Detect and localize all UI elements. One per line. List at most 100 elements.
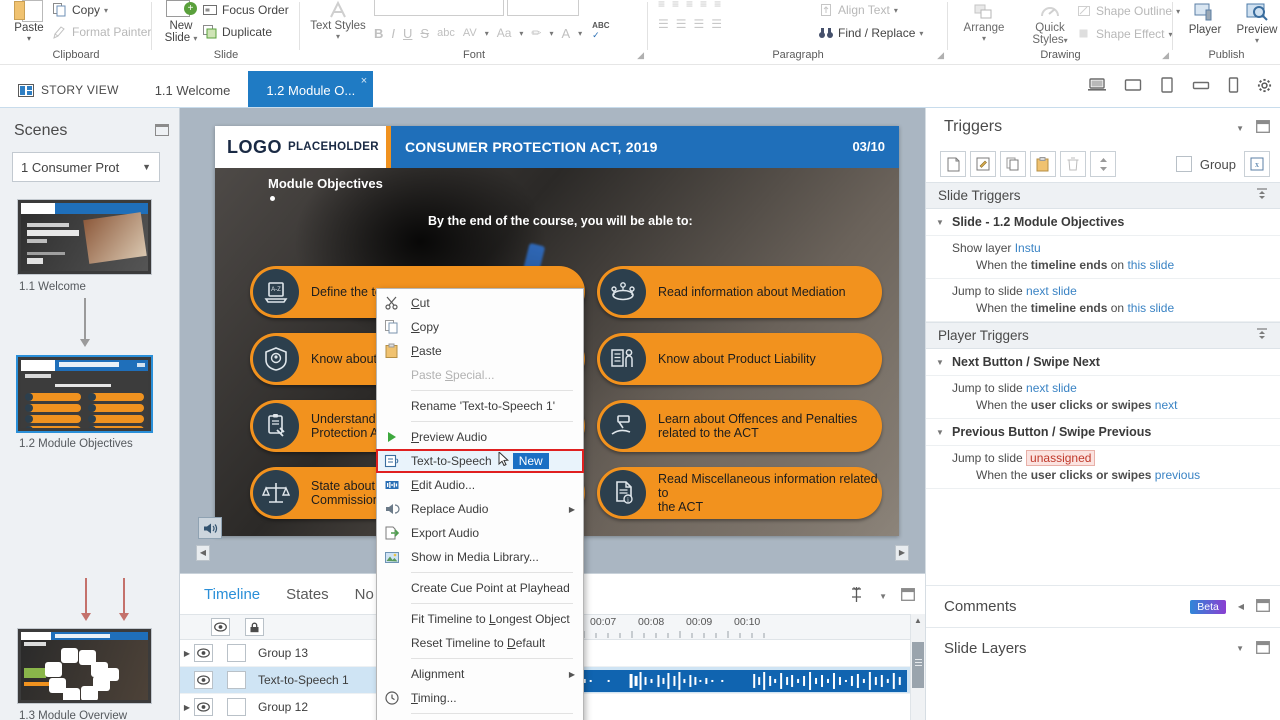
quick-styles-button[interactable]: Quick Styles▾ [1022,2,1078,46]
drawing-dialog-launcher[interactable]: ◢ [1162,50,1169,61]
row-visibility-icon[interactable] [194,644,213,662]
trigger-item[interactable]: Jump to slide next slide When the user c… [926,376,1280,419]
panel-collapse-icon[interactable] [1256,599,1270,615]
player-triggers-section-header[interactable]: Player Triggers [926,322,1280,349]
duplicate-button[interactable]: Duplicate [202,24,289,40]
gear-icon[interactable] [1257,78,1272,96]
chevron-down-icon[interactable]: ▾ [519,29,523,38]
align-center-button[interactable]: ☰ [676,17,687,31]
collapse-all-icon[interactable] [1256,328,1268,344]
chevron-down-icon[interactable]: ▾ [894,6,898,15]
context-menu-item-create-cue-point[interactable]: Create Cue Point at Playhead [377,576,583,600]
chevron-down-icon[interactable]: ▼ [936,218,952,227]
line-spacing-button[interactable]: ≡ [714,0,721,11]
context-menu[interactable]: Cut Copy Paste Paste Special... Rename '… [376,288,584,720]
scene-slide-1-1[interactable]: 1.1 Welcome [17,199,152,293]
align-left-button[interactable]: ☰ [658,17,669,31]
chevron-down-icon[interactable]: ▼ [1236,124,1244,133]
shape-outline-button[interactable]: Shape Outline ▾ [1076,3,1180,19]
trigger-target[interactable]: next slide [1026,381,1077,395]
text-styles-button[interactable]: Text Styles ▾ [308,0,368,41]
tab-timeline[interactable]: Timeline [204,586,260,603]
trigger-target[interactable]: next slide [1026,284,1077,298]
justify-button[interactable]: ☰ [711,17,722,31]
trigger-target-unassigned[interactable]: unassigned [1026,450,1095,466]
copy-trigger-icon[interactable] [1000,151,1026,177]
chevron-down-icon[interactable]: ▾ [1235,36,1279,45]
edit-trigger-icon[interactable] [970,151,996,177]
arrange-button[interactable]: Arrange ▾ [956,2,1012,46]
new-slide-button[interactable]: + New Slide ▾ [158,0,204,44]
lock-all-icon[interactable] [245,618,264,636]
row-lock-toggle[interactable] [227,671,246,689]
font-family-select[interactable] [374,0,504,16]
context-menu-item-text-to-speech[interactable]: Text-to-Speech New [377,449,583,473]
bold-button[interactable]: B [374,26,383,41]
highlight-button[interactable]: ✏ [531,26,541,40]
context-menu-item-replace-audio[interactable]: Replace Audio ▶ [377,497,583,521]
decrease-indent-button[interactable]: ≡ [686,0,693,11]
scene-select[interactable]: 1 Consumer Prot ▼ [12,152,160,182]
collapse-all-icon[interactable] [1256,188,1268,204]
objective-button-mediation[interactable]: Read information about Mediation [597,266,882,318]
comments-panel-header[interactable]: Comments Beta ◀ [926,585,1280,627]
paragraph-dialog-launcher[interactable]: ◢ [937,50,944,61]
trigger-target[interactable]: Instu [1015,241,1041,255]
chevron-down-icon[interactable]: ▼ [936,428,952,437]
trigger-item[interactable]: Show layer Instu When the timeline ends … [926,236,1280,279]
context-menu-item-reset-timeline[interactable]: Reset Timeline to Default [377,631,583,655]
copy-button[interactable]: Copy ▾ [52,2,151,18]
chevron-down-icon[interactable]: ▼ [936,358,952,367]
trigger-group-next-button[interactable]: ▼ Next Button / Swipe Next [926,349,1280,376]
scene-slide-1-2[interactable]: 1.2 Module Objectives [17,356,152,450]
phone-landscape-icon[interactable] [1192,79,1210,94]
context-menu-item-fit-timeline[interactable]: Fit Timeline to Longest Object [377,607,583,631]
tab-1-2-module-objectives[interactable]: 1.2 Module O... × [248,71,373,109]
trigger-item[interactable]: Jump to slide unassigned When the user c… [926,446,1280,489]
show-hide-all-icon[interactable] [211,618,230,636]
panel-collapse-icon[interactable] [901,588,915,604]
audio-object-marker[interactable] [198,517,222,539]
paste-trigger-icon[interactable] [1030,151,1056,177]
expand-icon[interactable]: ▶ [180,649,194,658]
slide-triggers-section-header[interactable]: Slide Triggers [926,182,1280,209]
shape-effect-button[interactable]: Shape Effect ▾ [1076,26,1180,42]
tab-notes[interactable]: No [355,586,374,603]
phone-portrait-icon[interactable] [1228,77,1239,96]
align-text-button[interactable]: Align Text ▾ [818,2,923,18]
lowercase-button[interactable]: abc [437,27,455,39]
slide-thumbnail[interactable] [17,199,152,275]
chevron-down-icon[interactable]: ▾ [956,34,1012,43]
paste-button[interactable]: Paste ▾ [6,0,52,43]
align-right-button[interactable]: ☰ [694,17,705,31]
panel-collapse-icon[interactable] [1256,641,1270,657]
tab-1-1-welcome[interactable]: 1.1 Welcome [137,71,249,109]
trigger-cond-object[interactable]: previous [1155,468,1200,482]
trigger-group-slide[interactable]: ▼ Slide - 1.2 Module Objectives [926,209,1280,236]
font-dialog-launcher[interactable]: ◢ [637,50,644,61]
focus-order-button[interactable]: Focus Order [202,2,289,18]
character-spacing-button[interactable]: AV [463,27,477,39]
format-painter-button[interactable]: Format Painter [52,24,151,40]
context-menu-item-cut[interactable]: Cut [377,291,583,315]
find-replace-button[interactable]: Find / Replace ▾ [818,25,923,41]
trigger-cond-object[interactable]: this slide [1127,258,1174,272]
delete-trigger-icon[interactable] [1060,151,1086,177]
trigger-item[interactable]: Jump to slide next slide When the timeli… [926,279,1280,322]
chevron-down-icon[interactable]: ▼ [142,162,151,172]
chevron-down-icon[interactable]: ▾ [308,32,368,41]
bullets-button[interactable]: ≡ [658,0,665,11]
numbering-button[interactable]: ≡ [672,0,679,11]
slide-thumbnail[interactable] [17,356,152,432]
chevron-down-icon[interactable]: ▼ [1236,644,1244,653]
objective-button-miscellaneous[interactable]: i Read Miscellaneous information related… [597,467,882,519]
spell-check-button[interactable]: ABC ✓ [592,22,609,44]
objective-button-offences-penalties[interactable]: Learn about Offences and Penalties relat… [597,400,882,452]
tab-states[interactable]: States [286,586,329,603]
context-menu-item-paste[interactable]: Paste [377,339,583,363]
canvas-scroll-left-button[interactable]: ◀ [196,545,210,561]
context-menu-item-preview-audio[interactable]: Preview Audio [377,425,583,449]
trigger-cond-object[interactable]: next [1155,398,1178,412]
chevron-down-icon[interactable]: ▼ [879,592,887,601]
row-visibility-icon[interactable] [194,698,213,716]
